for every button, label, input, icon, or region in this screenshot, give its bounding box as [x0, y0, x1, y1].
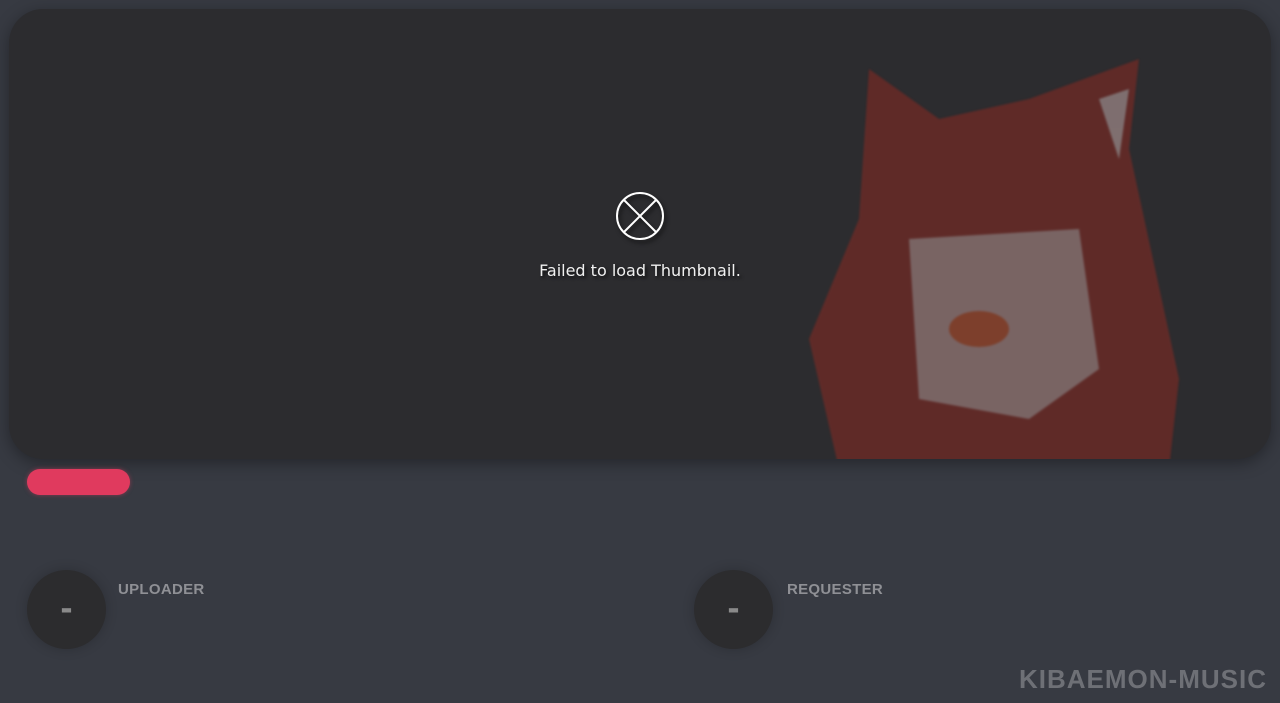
- brand-logo: KIBAEMON-MUSIC: [1019, 664, 1267, 694]
- uploader-info: - UPLOADER: [27, 570, 204, 649]
- uploader-label: UPLOADER: [118, 581, 205, 598]
- requester-avatar: -: [694, 570, 773, 649]
- uploader-avatar: -: [27, 570, 106, 649]
- circle-x-icon: [616, 192, 664, 240]
- error-message: Failed to load Thumbnail.: [539, 261, 741, 280]
- progress-bar: [27, 469, 130, 495]
- thumbnail-error: Failed to load Thumbnail.: [9, 191, 1271, 280]
- thumbnail-area: Failed to load Thumbnail.: [9, 9, 1271, 459]
- requester-label: REQUESTER: [787, 581, 884, 598]
- requester-info: - REQUESTER: [694, 570, 883, 649]
